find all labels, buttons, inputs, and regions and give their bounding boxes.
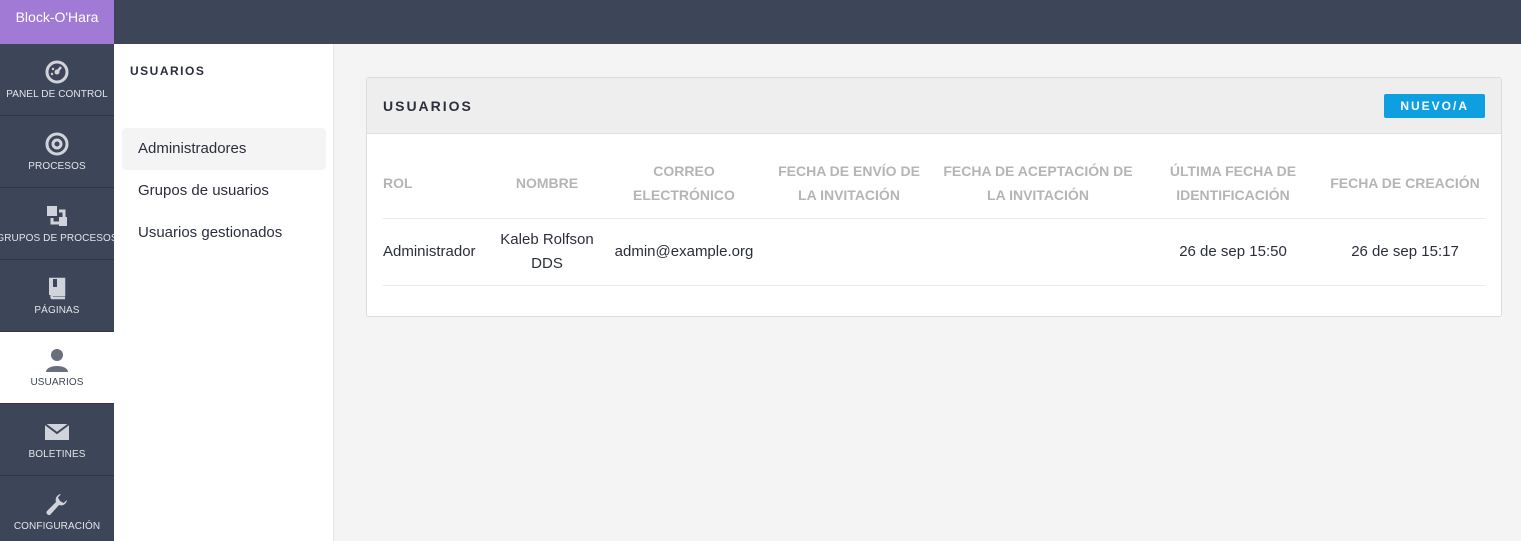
users-table: ROL NOMBRE CORREO ELECTRÓNICO FECHA DE E… xyxy=(383,148,1485,286)
stack-icon xyxy=(47,206,67,226)
envelope-icon xyxy=(44,423,70,440)
column-header-fecha-aceptacion[interactable]: FECHA DE ACEPTACIÓN DE LA INVITACIÓN xyxy=(935,148,1141,219)
panel-header: USUARIOS NUEVO/A xyxy=(367,78,1501,134)
rail-item-grupos-de-procesos[interactable]: GRUPOS DE PROCESOS xyxy=(0,188,118,260)
rail-item-usuarios[interactable]: USUARIOS xyxy=(0,332,114,404)
column-header-nombre[interactable]: NOMBRE xyxy=(489,148,605,219)
panel-title: USUARIOS xyxy=(383,98,473,114)
rail-label: BOLETINES xyxy=(28,449,86,460)
main-rail: PANEL DE CONTROL PROCESOS GRUPOS DE PROC… xyxy=(0,44,118,541)
cell-last-login: 26 de sep 15:50 xyxy=(1141,218,1325,286)
new-user-button[interactable]: NUEVO/A xyxy=(1384,94,1485,118)
target-icon xyxy=(45,132,69,156)
users-panel: USUARIOS NUEVO/A ROL NOMBRE CORREO ELECT… xyxy=(366,77,1502,317)
book-icon xyxy=(49,277,66,300)
column-header-correo[interactable]: CORREO ELECTRÓNICO xyxy=(605,148,763,219)
rail-item-configuracion[interactable]: CONFIGURACIÓN xyxy=(0,476,114,541)
rail-label: GRUPOS DE PROCESOS xyxy=(0,233,118,244)
subnav-title: USUARIOS xyxy=(130,64,206,78)
cell-role: Administrador xyxy=(383,218,489,286)
column-header-fecha-envio[interactable]: FECHA DE ENVÍO DE LA INVITACIÓN xyxy=(763,148,935,219)
dashboard-icon xyxy=(45,60,69,84)
rail-label: USUARIOS xyxy=(30,377,84,388)
rail-item-boletines[interactable]: BOLETINES xyxy=(0,404,114,476)
rail-label: CONFIGURACIÓN xyxy=(13,521,101,532)
wrench-icon xyxy=(46,494,67,515)
column-header-ultima-identificacion[interactable]: ÚLTIMA FECHA DE IDENTIFICACIÓN xyxy=(1141,148,1325,219)
users-subnav: USUARIOS Administradores Grupos de usuar… xyxy=(114,44,334,541)
table-header-row: ROL NOMBRE CORREO ELECTRÓNICO FECHA DE E… xyxy=(383,148,1485,219)
rail-item-paginas[interactable]: PÁGINAS xyxy=(0,260,114,332)
brand-name[interactable]: Block-O'Hara xyxy=(0,0,114,44)
cell-invite-accepted xyxy=(935,218,1141,286)
rail-item-procesos[interactable]: PROCESOS xyxy=(0,116,114,188)
subnav-item-grupos-de-usuarios[interactable]: Grupos de usuarios xyxy=(122,170,326,212)
column-header-fecha-creacion[interactable]: FECHA DE CREACIÓN xyxy=(1325,148,1485,219)
cell-invite-sent xyxy=(763,218,935,286)
subnav-item-administradores[interactable]: Administradores xyxy=(122,128,326,170)
column-header-rol[interactable]: ROL xyxy=(383,148,489,219)
table-row[interactable]: Administrador Kaleb Rolfson DDS admin@ex… xyxy=(383,218,1485,286)
top-bar xyxy=(0,0,1521,44)
subnav-item-usuarios-gestionados[interactable]: Usuarios gestionados xyxy=(122,212,326,254)
cell-name: Kaleb Rolfson DDS xyxy=(489,218,605,286)
rail-item-panel-de-control[interactable]: PANEL DE CONTROL xyxy=(0,44,114,116)
rail-label: PROCESOS xyxy=(28,161,86,172)
rail-label: PANEL DE CONTROL xyxy=(6,89,108,100)
subnav-list: Administradores Grupos de usuarios Usuar… xyxy=(122,128,326,254)
cell-email: admin@example.org xyxy=(605,218,763,286)
user-icon xyxy=(46,349,68,372)
rail-label: PÁGINAS xyxy=(34,305,80,316)
cell-created: 26 de sep 15:17 xyxy=(1325,218,1485,286)
